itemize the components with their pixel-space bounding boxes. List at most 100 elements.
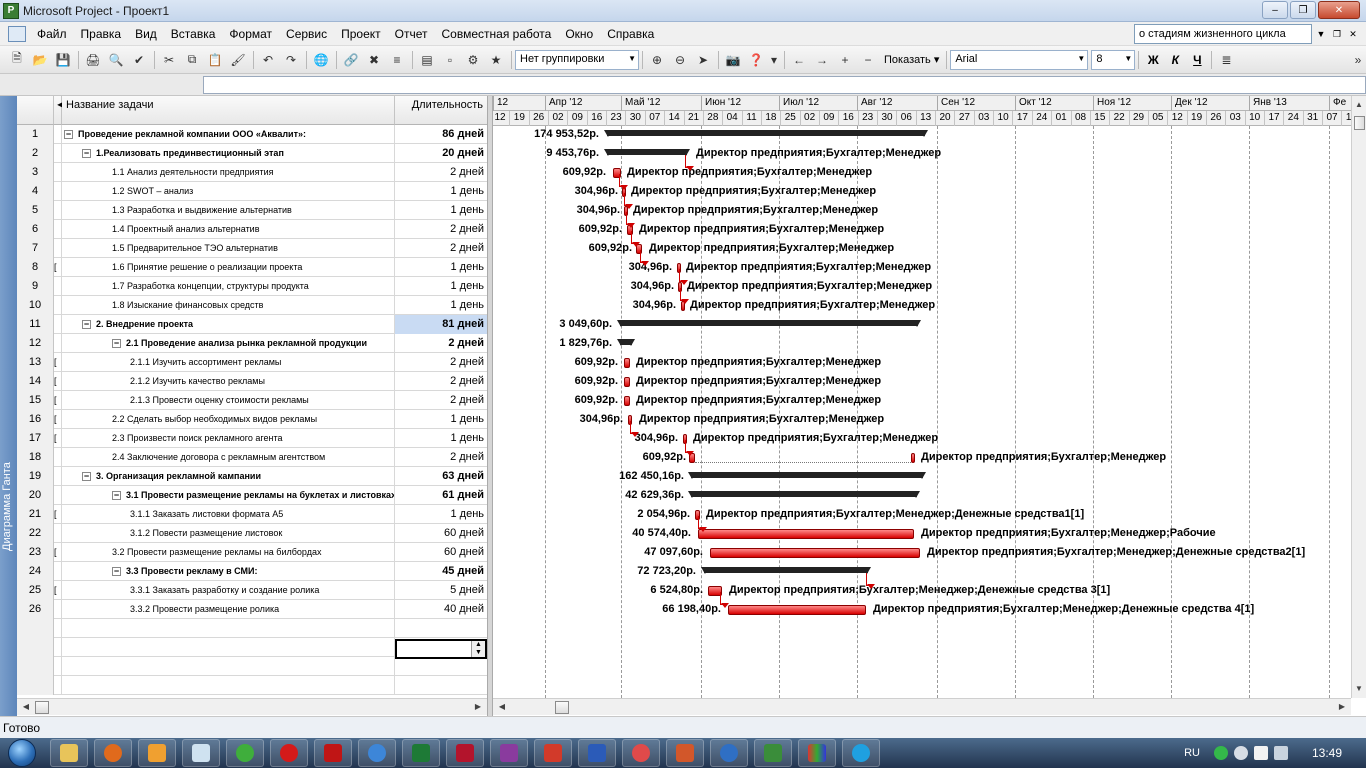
save-icon[interactable]: 💾	[52, 49, 74, 71]
taskbar-help[interactable]	[710, 739, 748, 767]
row-number[interactable]: 20	[17, 486, 54, 505]
taskbar-skype[interactable]	[842, 739, 880, 767]
flag-icon[interactable]	[1253, 746, 1268, 760]
table-row[interactable]: 3 1.1 Анализ деятельности предприятия 2 дн…	[17, 163, 487, 182]
dependency-link[interactable]	[680, 288, 689, 304]
menu-window[interactable]: Окно	[558, 23, 600, 45]
row-number[interactable]: 6	[17, 220, 54, 239]
scroll-right-icon[interactable]: ▶	[1335, 700, 1349, 714]
row-number[interactable]: 21	[17, 505, 54, 524]
duration-cell[interactable]: 2 дней	[395, 163, 487, 182]
task-name-cell[interactable]: −3.3 Провести рекламу в СМИ:	[62, 562, 395, 581]
dependency-link[interactable]	[685, 440, 694, 456]
table-row[interactable]	[17, 676, 487, 695]
print-preview-icon[interactable]: 🔍	[105, 49, 127, 71]
duration-cell[interactable]: 61 дней	[395, 486, 487, 505]
task-name-cell[interactable]: 1.1 Анализ деятельности предприятия	[62, 163, 395, 182]
dependency-link[interactable]	[866, 573, 875, 589]
duration-header[interactable]: Длительность	[395, 96, 487, 125]
action-center-icon[interactable]	[1273, 746, 1288, 760]
toolbar-options-icon[interactable]: ▾	[768, 49, 780, 71]
task-name-cell[interactable]: −3. Организация рекламной кампании	[62, 467, 395, 486]
goto-task-icon[interactable]: ➤	[692, 49, 714, 71]
duration-cell[interactable]	[395, 619, 487, 638]
arrow-left-icon[interactable]: ←	[788, 49, 810, 71]
scroll-thumb[interactable]	[555, 701, 569, 714]
dependency-link[interactable]	[685, 155, 694, 171]
menu-help[interactable]: Справка	[600, 23, 661, 45]
row-number[interactable]	[17, 676, 54, 695]
collapse-toggle-icon[interactable]: −	[82, 320, 91, 330]
help-icon[interactable]: ❓	[745, 49, 767, 71]
scroll-thumb[interactable]	[35, 701, 49, 714]
menu-view[interactable]: Вид	[128, 23, 164, 45]
task-name-header[interactable]: Название задачи	[62, 96, 395, 125]
start-button[interactable]	[0, 738, 44, 768]
row-number[interactable]: 5	[17, 201, 54, 220]
scroll-left-icon[interactable]: ◀	[495, 700, 509, 714]
font-select[interactable]: Arial ▼	[950, 49, 1089, 70]
row-number[interactable]: 12	[17, 334, 54, 353]
task-name-cell[interactable]	[62, 676, 395, 695]
task-bar[interactable]	[624, 358, 630, 368]
filter-icon[interactable]: ≣	[1215, 49, 1237, 71]
task-name-cell[interactable]: 1.2 SWOT – анализ	[62, 182, 395, 201]
table-row[interactable]: 14[2.1.2 Изучить качество рекламы 2 дней	[17, 372, 487, 391]
taskbar-word[interactable]	[578, 739, 616, 767]
minus-icon[interactable]: −	[857, 49, 879, 71]
task-bar[interactable]	[624, 377, 630, 387]
row-number[interactable]: 2	[17, 144, 54, 163]
duration-cell[interactable]: 1 день	[395, 277, 487, 296]
table-row[interactable]: 12 −2.1 Проведение анализа рынка рекламно…	[17, 334, 487, 353]
duration-cell[interactable]: 1 день	[395, 201, 487, 220]
taskbar-firefox[interactable]	[94, 739, 132, 767]
language-indicator[interactable]: RU	[1184, 747, 1200, 759]
taskbar-acrobat[interactable]	[314, 739, 352, 767]
taskbar-excel[interactable]	[402, 739, 440, 767]
duration-cell[interactable]: 2 дней	[395, 334, 487, 353]
dependency-link[interactable]	[679, 269, 688, 285]
bold-button[interactable]: Ж	[1142, 53, 1164, 67]
duration-cell[interactable]: 40 дней	[395, 600, 487, 619]
table-horizontal-scrollbar[interactable]: ◀ ▶	[17, 698, 487, 715]
row-number[interactable]: 8	[17, 258, 54, 277]
task-name-cell[interactable]	[62, 638, 395, 657]
table-row[interactable]: 13[2.1.1 Изучить ассортимент рекламы 2 дн…	[17, 353, 487, 372]
spinner-arrows-icon[interactable]: ▲ ▼	[471, 641, 485, 657]
taskbar-powerpoint[interactable]	[666, 739, 704, 767]
row-number[interactable]: 16	[17, 410, 54, 429]
duration-cell[interactable]: 81 дней	[395, 315, 487, 334]
row-number[interactable]	[17, 619, 54, 638]
table-row[interactable]: 23[3.2 Провести размещение рекламы на би…	[17, 543, 487, 562]
row-number[interactable]: 23	[17, 543, 54, 562]
collapse-toggle-icon[interactable]: −	[64, 130, 73, 140]
task-name-cell[interactable]: 2.1.2 Изучить качество рекламы	[62, 372, 395, 391]
table-row[interactable]: 16[2.2 Сделать выбор необходимых видов р…	[17, 410, 487, 429]
new-icon[interactable]: 🗎	[6, 49, 28, 71]
zoom-out-icon[interactable]: ⊖	[669, 49, 691, 71]
table-row[interactable]: 19−3. Организация рекламной кампании 63 д…	[17, 467, 487, 486]
collapse-toggle-icon[interactable]: −	[82, 472, 91, 482]
row-number[interactable]: 22	[17, 524, 54, 543]
undo-icon[interactable]: ↶	[257, 49, 279, 71]
row-number[interactable]: 1	[17, 125, 54, 144]
task-name-cell[interactable]: 2.3 Произвести поиск рекламного агента	[62, 429, 395, 448]
volume-icon[interactable]	[1233, 746, 1248, 760]
summary-bar[interactable]	[604, 149, 690, 156]
duration-cell[interactable]: 60 дней	[395, 543, 487, 562]
network-status-icon[interactable]	[1213, 746, 1228, 760]
scroll-left-icon[interactable]: ◀	[19, 700, 33, 714]
spelling-icon[interactable]: ✔	[128, 49, 150, 71]
table-row[interactable]: 22 3.1.2 Повести размещение листовок 60 дн…	[17, 524, 487, 543]
menu-format[interactable]: Формат	[222, 23, 279, 45]
dependency-link[interactable]	[624, 193, 633, 209]
task-name-cell[interactable]: 1.5 Предварительное ТЭО альтернатив	[62, 239, 395, 258]
underline-button[interactable]: Ч	[1186, 53, 1208, 67]
row-number[interactable]: 26	[17, 600, 54, 619]
grouping-select[interactable]: Нет группировки ▼	[515, 49, 639, 70]
duration-cell[interactable]: 2 дней	[395, 353, 487, 372]
duration-cell[interactable]: 1 день	[395, 296, 487, 315]
taskbar-app-red2[interactable]	[622, 739, 660, 767]
summary-bar[interactable]	[701, 567, 871, 574]
duration-cell[interactable]: 45 дней	[395, 562, 487, 581]
